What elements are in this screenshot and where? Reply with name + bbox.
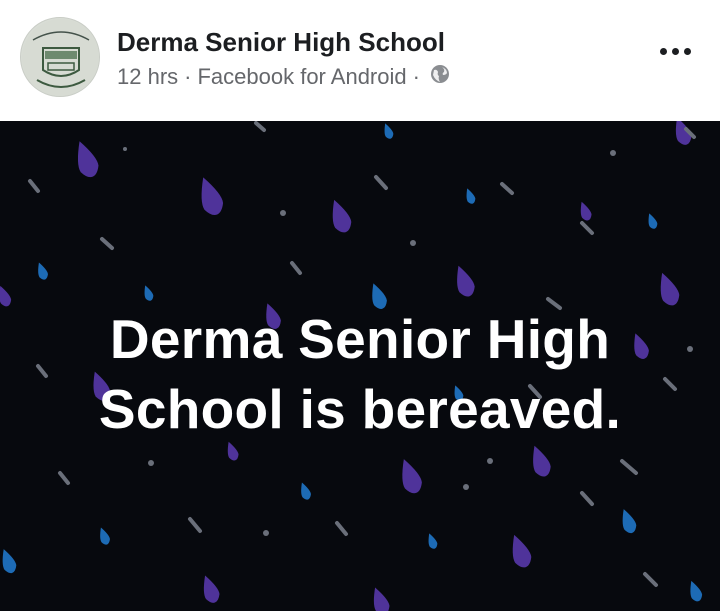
- post-message-line: School is bereaved.: [98, 378, 622, 440]
- globe-icon: [430, 64, 450, 90]
- post-header: Derma Senior High School 12 hrs · Facebo…: [0, 0, 720, 121]
- page-avatar[interactable]: [20, 17, 100, 97]
- post-source: Facebook for Android: [197, 64, 407, 89]
- post-meta: 12 hrs · Facebook for Android ·: [117, 64, 450, 90]
- more-options-icon[interactable]: [652, 34, 698, 68]
- post-time[interactable]: 12 hrs: [117, 64, 178, 90]
- school-crest-logo: [22, 19, 99, 96]
- meta-separator: ·: [184, 64, 192, 89]
- page-name[interactable]: Derma Senior High School: [117, 27, 445, 58]
- meta-separator: ·: [412, 64, 420, 89]
- post-message: Derma Senior High School is bereaved.: [0, 304, 720, 444]
- post-image[interactable]: Derma Senior High School is bereaved.: [0, 121, 720, 611]
- post-message-line: Derma Senior High: [109, 308, 611, 370]
